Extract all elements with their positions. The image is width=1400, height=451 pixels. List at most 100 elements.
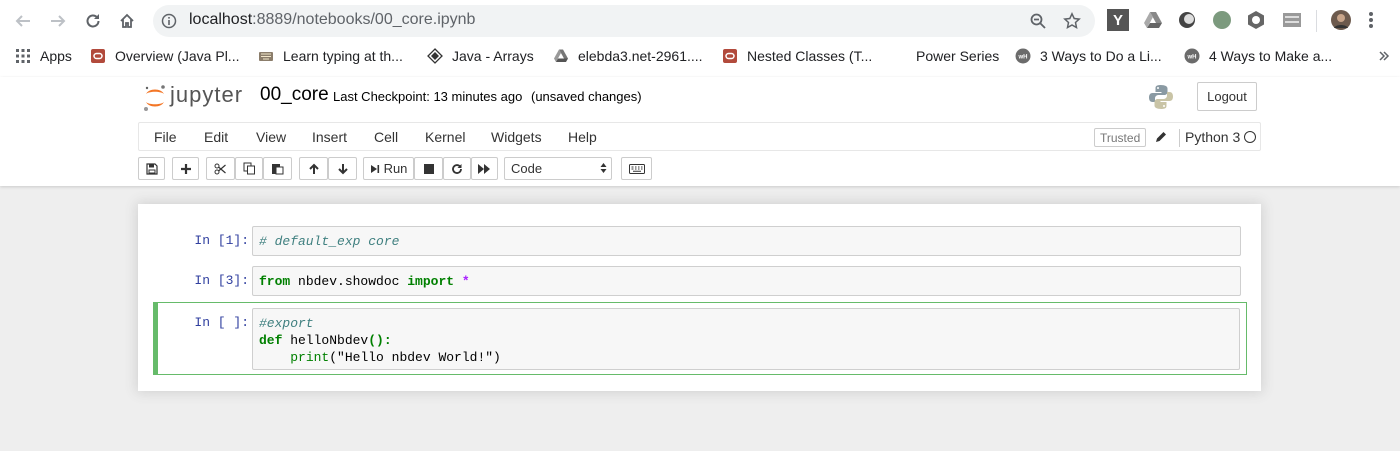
info-icon[interactable] [161, 13, 177, 29]
cell-type-value: Code [511, 161, 543, 176]
code-token: def [259, 333, 283, 348]
menu-help[interactable]: Help [568, 129, 597, 145]
wikihow-icon: wH [1015, 48, 1031, 64]
extension-circle-icon[interactable] [1176, 9, 1198, 31]
zoom-icon[interactable] [1029, 12, 1047, 30]
bookmark-label: Overview (Java Pl... [115, 48, 240, 64]
cell-input[interactable]: #export def helloNbdev(): print("Hello nb… [252, 308, 1240, 370]
bookmark-label: Learn typing at th... [283, 48, 403, 64]
code-cell[interactable]: In [1]: # default_exp core [153, 225, 1247, 257]
cell-type-select[interactable]: Code [504, 157, 612, 180]
scissors-icon [214, 163, 226, 174]
bookmark-item[interactable]: Nested Classes (T... [722, 45, 872, 67]
extension-green-icon[interactable] [1211, 9, 1233, 31]
bookmark-star-icon[interactable] [1063, 12, 1081, 30]
home-icon [120, 13, 134, 28]
run-button[interactable]: Run [363, 157, 414, 180]
menu-edit[interactable]: Edit [204, 129, 228, 145]
browser-chrome: localhost:8889/notebooks/00_core.ipynb Y… [0, 0, 1400, 77]
keyboard-icon [628, 163, 645, 174]
svg-text:wH: wH [1018, 55, 1028, 61]
menu-insert[interactable]: Insert [312, 129, 347, 145]
code-token: ("Hello nbdev World!") [329, 350, 501, 365]
menu-cell[interactable]: Cell [374, 129, 398, 145]
back-button[interactable] [10, 8, 36, 34]
bookmark-item[interactable]: Overview (Java Pl... [90, 45, 239, 67]
jupyter-logo-icon[interactable] [142, 82, 168, 114]
forward-button[interactable] [45, 8, 71, 34]
reload-button[interactable] [80, 8, 106, 34]
pencil-icon[interactable] [1155, 131, 1167, 143]
code-line: print("Hello nbdev World!") [259, 349, 1233, 366]
copy-button[interactable] [235, 157, 263, 180]
bookmark-apps[interactable]: Apps [15, 45, 72, 67]
menu-dots-icon[interactable] [1368, 11, 1374, 29]
python-logo-icon [1149, 85, 1173, 109]
bookmark-label: Nested Classes (T... [747, 48, 873, 64]
cell-prompt: In [ ]: [194, 315, 249, 330]
menu-view[interactable]: View [256, 129, 286, 145]
extension-y-icon[interactable]: Y [1107, 9, 1129, 31]
code-cell-selected[interactable]: In [ ]: #export def helloNbdev(): print("… [153, 302, 1247, 375]
profile-avatar-icon[interactable] [1330, 9, 1352, 31]
chevron-right-double-icon[interactable] [1378, 50, 1390, 62]
address-bar[interactable]: localhost:8889/notebooks/00_core.ipynb [153, 5, 1095, 37]
arrow-right-icon [51, 15, 66, 27]
restart-button[interactable] [443, 157, 471, 180]
cell-input[interactable]: # default_exp core [252, 226, 1241, 256]
select-arrows-icon [600, 163, 607, 173]
plus-icon [180, 163, 191, 174]
trusted-indicator[interactable]: Trusted [1094, 128, 1147, 147]
extension-hex-icon[interactable] [1245, 9, 1267, 31]
arrow-left-icon [15, 15, 30, 27]
code-line: from nbdev.showdoc import * [259, 273, 1234, 290]
bookmark-item[interactable]: Learn typing at th... [258, 45, 403, 67]
bookmark-label: 4 Ways to Make a... [1209, 48, 1333, 64]
cut-button[interactable] [206, 157, 235, 180]
restart-run-all-button[interactable] [471, 157, 498, 180]
kernel-name[interactable]: Python 3 [1185, 129, 1240, 145]
code-token: (): [368, 333, 392, 348]
code-token: nbdev.showdoc [290, 274, 408, 289]
menu-kernel[interactable]: Kernel [425, 129, 465, 145]
bookmark-item[interactable]: wH 4 Ways to Make a... [1184, 45, 1332, 67]
menu-widgets[interactable]: Widgets [491, 129, 542, 145]
extension-drive-icon[interactable] [1142, 9, 1164, 31]
reload-icon [86, 14, 100, 28]
notebook-container: In [1]: # default_exp core In [3]: from … [138, 204, 1261, 391]
move-up-button[interactable] [299, 157, 328, 180]
code-token: from [259, 274, 291, 289]
bookmark-item[interactable]: Power Series [916, 45, 999, 67]
save-button[interactable] [138, 157, 165, 180]
notebook-name[interactable]: 00_core [260, 84, 329, 106]
bookmark-label: 3 Ways to Do a Li... [1040, 48, 1162, 64]
bookmark-label: Apps [40, 48, 72, 64]
bookmark-item[interactable]: Java - Arrays [427, 45, 534, 67]
cell-prompt: In [3]: [194, 273, 249, 288]
paste-button[interactable] [263, 157, 292, 180]
extension-grid-icon[interactable] [1281, 9, 1303, 31]
cell-input[interactable]: from nbdev.showdoc import * [252, 266, 1241, 296]
bookmark-item[interactable]: wH 3 Ways to Do a Li... [1015, 45, 1162, 67]
insert-cell-button[interactable] [172, 157, 199, 180]
jupyter-wordmark[interactable]: jupyter [170, 82, 243, 108]
code-line: #export [259, 315, 1233, 332]
logout-button[interactable]: Logout [1197, 82, 1257, 111]
code-token: * [461, 274, 470, 289]
checkpoint-status: Last Checkpoint: 13 minutes ago [333, 89, 523, 104]
wikihow-icon: wH [1184, 48, 1200, 64]
command-palette-button[interactable] [621, 157, 652, 180]
interrupt-button[interactable] [414, 157, 443, 180]
stop-icon [423, 163, 434, 174]
home-button[interactable] [114, 8, 140, 34]
oracle-icon [723, 49, 737, 63]
cell-prompt: In [1]: [194, 233, 249, 248]
bookmark-item[interactable]: elebda3.net-2961.... [553, 45, 703, 67]
code-token: import [407, 274, 455, 289]
code-cell[interactable]: In [3]: from nbdev.showdoc import * [153, 265, 1247, 297]
move-down-button[interactable] [328, 157, 357, 180]
menu-file[interactable]: File [154, 129, 177, 145]
url-text[interactable]: localhost:8889/notebooks/00_core.ipynb [189, 11, 475, 29]
